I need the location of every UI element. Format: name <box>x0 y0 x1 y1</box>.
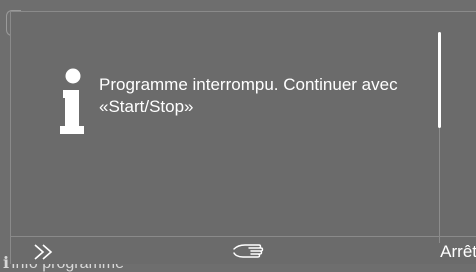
info-icon <box>60 68 84 134</box>
footer-divider <box>11 236 476 237</box>
skip-button[interactable] <box>33 242 57 262</box>
scroll-thumb[interactable] <box>438 32 441 128</box>
hand-pointer-icon <box>233 244 264 258</box>
background-info-glyph: i <box>3 254 10 272</box>
stop-button[interactable]: Arrêt <box>415 240 476 264</box>
fast-forward-icon <box>34 244 53 260</box>
dialog-message: Programme interrompu. Continuer avec «St… <box>99 75 398 116</box>
hand-button[interactable] <box>231 240 267 262</box>
interruption-dialog: Programme interrompu. Continuer avec «St… <box>10 11 476 264</box>
